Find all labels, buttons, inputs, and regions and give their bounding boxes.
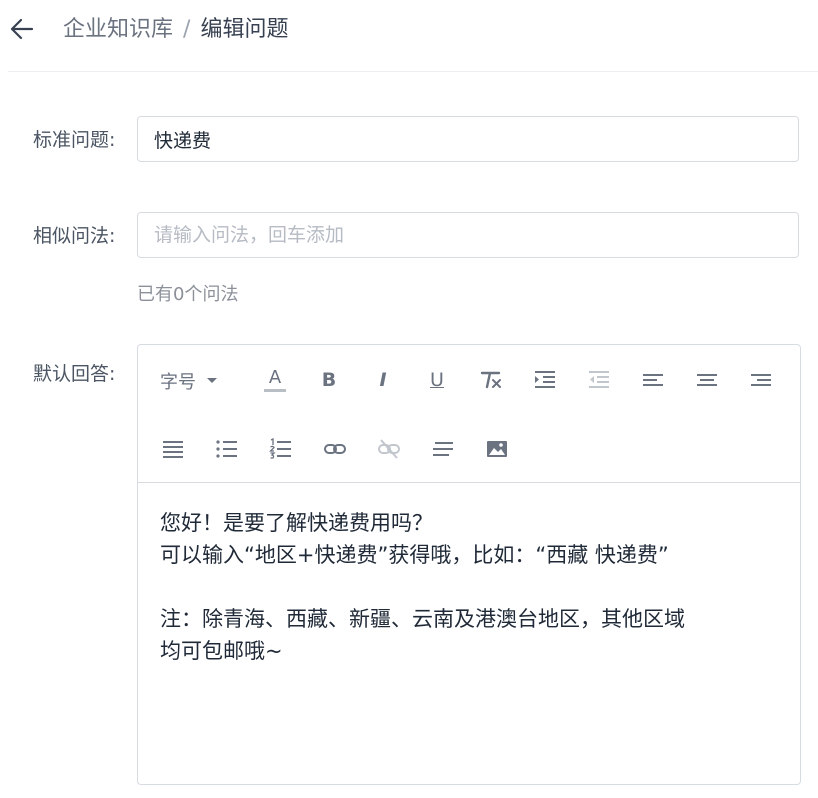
align-right-icon <box>751 374 771 386</box>
breadcrumb-separator: / <box>183 17 191 42</box>
editor-content[interactable]: 您好！是要了解快递费用吗？ 可以输入“地区+快递费”获得哦，比如：“西藏 快递费… <box>160 507 780 667</box>
italic-icon: I <box>379 369 387 391</box>
standard-question-input[interactable] <box>137 116 799 162</box>
outdent-button <box>584 365 614 395</box>
arrow-left-icon <box>10 18 34 40</box>
editor-toolbar: 字号 A B I U <box>138 345 800 483</box>
bold-icon: B <box>321 369 337 391</box>
horizontal-rule-icon <box>433 442 453 456</box>
bullet-list-button[interactable] <box>212 434 242 464</box>
outdent-icon <box>589 371 609 388</box>
insert-link-button[interactable] <box>320 434 350 464</box>
align-justify-icon <box>163 441 183 458</box>
insert-image-button[interactable] <box>482 434 512 464</box>
default-answer-label: 默认回答: <box>33 363 116 385</box>
align-center-icon <box>697 374 717 386</box>
rich-text-editor: 字号 A B I U 您好！是要了解快递费用吗？ 可以输入“地区+快递费”获得哦… <box>137 344 801 785</box>
breadcrumb: 企业知识库 / 编辑问题 <box>63 16 288 44</box>
similar-question-input[interactable] <box>137 212 799 258</box>
font-size-dropdown[interactable]: 字号 <box>160 366 218 396</box>
indent-icon <box>535 371 555 388</box>
horizontal-rule-button[interactable] <box>428 434 458 464</box>
page-header: 企业知识库 / 编辑问题 <box>0 0 818 72</box>
numbered-list-icon <box>269 438 291 459</box>
bullet-list-icon <box>216 440 237 458</box>
numbered-list-button[interactable] <box>266 434 296 464</box>
similar-question-label: 相似问法: <box>33 225 116 247</box>
breadcrumb-parent[interactable]: 企业知识库 <box>63 17 173 42</box>
back-button[interactable] <box>8 14 36 44</box>
unlink-icon <box>378 439 400 459</box>
underline-button[interactable]: U <box>422 365 452 395</box>
font-color-bar <box>264 389 286 392</box>
font-color-icon: A <box>268 367 282 388</box>
answer-line-4: 均可包邮哦~ <box>160 639 283 663</box>
remove-link-button <box>374 434 404 464</box>
standard-question-label: 标准问题: <box>33 129 116 151</box>
image-icon <box>487 441 507 457</box>
align-center-button[interactable] <box>692 365 722 395</box>
align-right-button[interactable] <box>746 365 776 395</box>
answer-line-3: 注：除青海、西藏、新疆、云南及港澳台地区，其他区域 <box>160 607 685 631</box>
italic-button[interactable]: I <box>368 365 398 395</box>
align-left-icon <box>643 374 663 386</box>
answer-line-1: 您好！是要了解快递费用吗？ <box>160 511 433 535</box>
answer-line-2: 可以输入“地区+快递费”获得哦，比如：“西藏 快递费” <box>160 543 669 567</box>
breadcrumb-current: 编辑问题 <box>200 17 289 42</box>
underline-icon: U <box>430 369 444 391</box>
caret-down-icon <box>207 378 217 383</box>
similar-count-hint: 已有0个问法 <box>137 284 239 305</box>
header-divider <box>8 71 818 72</box>
indent-button[interactable] <box>530 365 560 395</box>
font-color-button[interactable]: A <box>260 365 290 395</box>
link-icon <box>324 444 346 454</box>
justify-button[interactable] <box>158 434 188 464</box>
bold-button[interactable]: B <box>314 365 344 395</box>
align-left-button[interactable] <box>638 365 668 395</box>
clear-format-button[interactable] <box>476 365 506 395</box>
clear-format-icon <box>480 371 501 389</box>
font-size-label: 字号 <box>160 372 196 393</box>
